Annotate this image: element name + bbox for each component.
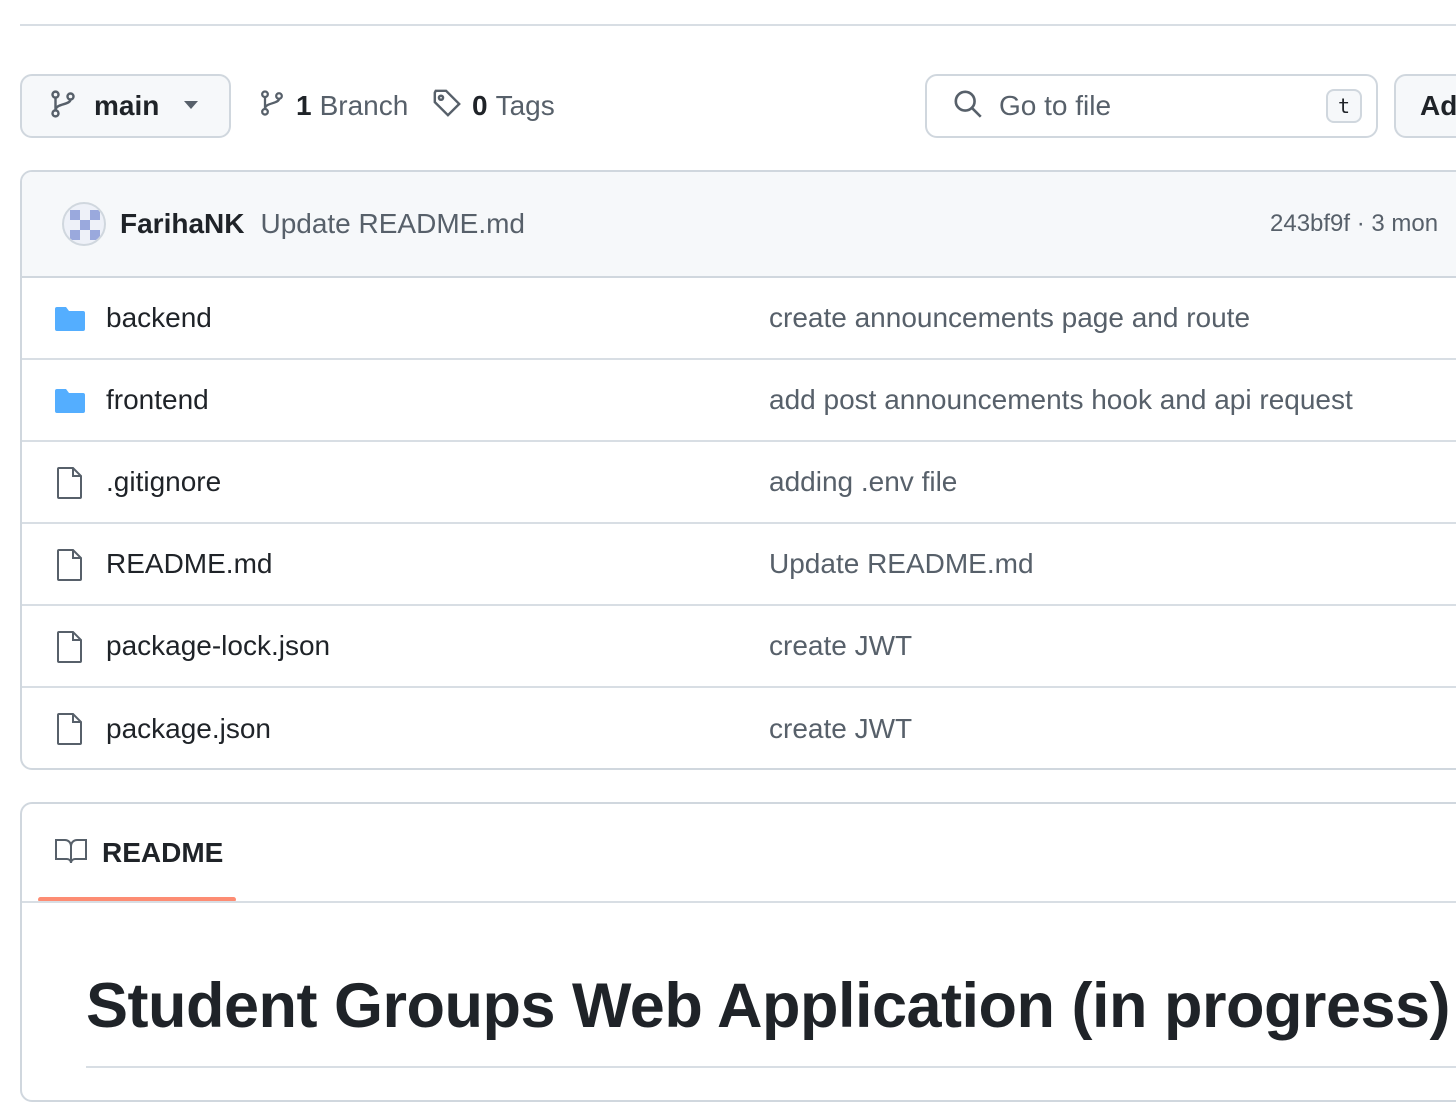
folder-icon: [52, 384, 88, 418]
tags-label: Tags: [495, 90, 555, 121]
file-icon: [52, 466, 88, 500]
tags-link[interactable]: 0 Tags: [432, 74, 555, 138]
branches-count: 1: [296, 90, 312, 121]
go-to-file-placeholder: Go to file: [999, 90, 1112, 121]
branch-name: main: [94, 90, 160, 121]
file-commit-message[interactable]: add post announcements hook and api requ…: [769, 384, 1353, 416]
latest-commit-bar: FarihaNK Update README.md 243bf9f · 3 mo…: [22, 172, 1456, 278]
file-row[interactable]: package.json create JWT: [22, 688, 1456, 768]
file-row[interactable]: frontend add post announcements hook and…: [22, 360, 1456, 442]
file-row[interactable]: .gitignore adding .env file: [22, 442, 1456, 524]
file-icon: [52, 712, 88, 746]
caret-down-icon: [183, 97, 199, 115]
commit-author[interactable]: FarihaNK: [120, 208, 244, 240]
readme-panel: README Student Groups Web Application (i…: [20, 802, 1456, 1102]
folder-icon: [52, 302, 88, 336]
file-commit-message[interactable]: create JWT: [769, 713, 912, 745]
file-row[interactable]: backend create announcements page and ro…: [22, 278, 1456, 360]
branches-label: Branch: [319, 90, 409, 121]
tab-readme[interactable]: README: [38, 804, 238, 902]
readme-title: Student Groups Web Application (in progr…: [86, 971, 1451, 1041]
file-commit-message[interactable]: create JWT: [769, 630, 912, 662]
git-branch-icon: [48, 88, 78, 125]
keyboard-shortcut-hint: t: [1326, 89, 1362, 123]
readme-divider: [22, 901, 1456, 903]
search-icon: [953, 89, 983, 124]
branches-link[interactable]: 1 Branch: [258, 74, 408, 138]
avatar[interactable]: [62, 202, 106, 246]
tags-count: 0: [472, 90, 488, 121]
readme-tab-label: README: [102, 837, 224, 868]
file-name[interactable]: package-lock.json: [106, 630, 330, 662]
file-row[interactable]: README.md Update README.md: [22, 524, 1456, 606]
file-commit-message[interactable]: create announcements page and route: [769, 302, 1250, 334]
file-commit-message[interactable]: adding .env file: [769, 466, 957, 498]
file-name[interactable]: README.md: [106, 548, 272, 580]
file-name[interactable]: .gitignore: [106, 466, 221, 498]
file-name[interactable]: backend: [106, 302, 212, 334]
file-icon: [52, 630, 88, 664]
file-row[interactable]: package-lock.json create JWT: [22, 606, 1456, 688]
commit-message[interactable]: Update README.md: [260, 208, 525, 240]
file-name[interactable]: package.json: [106, 713, 271, 745]
file-browser: FarihaNK Update README.md 243bf9f · 3 mo…: [20, 170, 1456, 770]
git-branch-icon: [258, 87, 286, 126]
readme-title-rule: [86, 1066, 1456, 1068]
go-to-file-input[interactable]: Go to file t: [925, 74, 1378, 138]
file-commit-message[interactable]: Update README.md: [769, 548, 1034, 580]
file-name[interactable]: frontend: [106, 384, 209, 416]
commit-hash-time[interactable]: 243bf9f · 3 mon: [1270, 172, 1438, 276]
book-icon: [54, 837, 88, 870]
top-divider: [20, 24, 1456, 26]
file-icon: [52, 548, 88, 582]
tag-icon: [432, 88, 462, 125]
add-file-button[interactable]: Ad: [1394, 74, 1456, 138]
branch-select-button[interactable]: main: [20, 74, 231, 138]
